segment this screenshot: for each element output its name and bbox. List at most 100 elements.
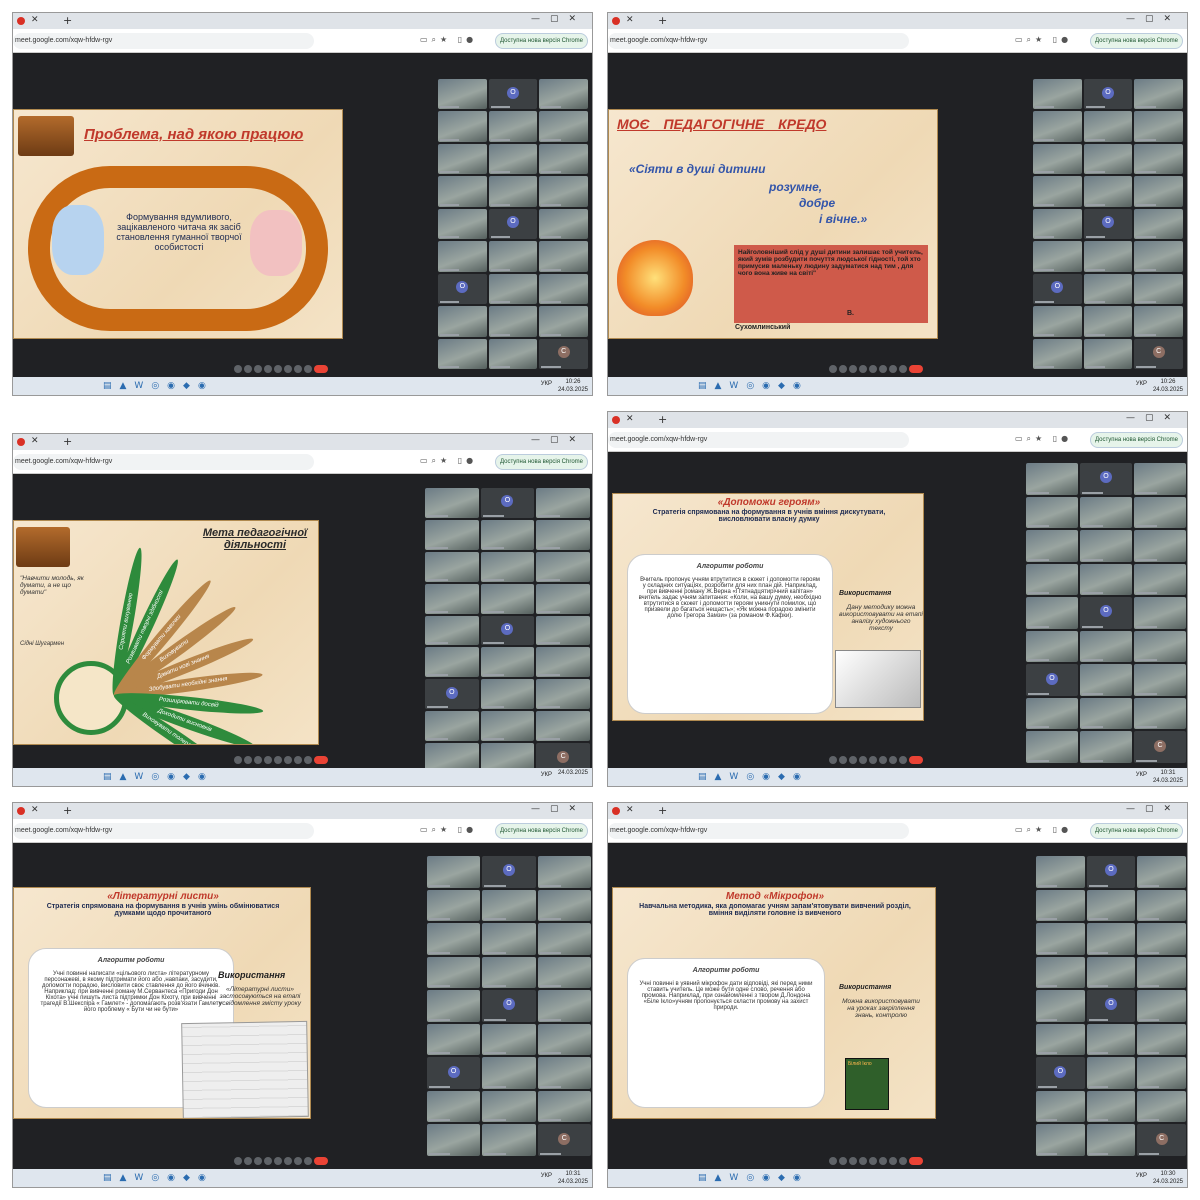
participant-tile[interactable] bbox=[537, 923, 591, 955]
meeting-controls[interactable] bbox=[234, 365, 328, 375]
participant-tile[interactable] bbox=[1026, 697, 1078, 730]
control-button[interactable] bbox=[294, 756, 302, 764]
url-field[interactable]: meet.google.com/xqw-hfdw-rgv bbox=[13, 454, 315, 470]
participant-tile[interactable] bbox=[488, 306, 538, 337]
participant-tile[interactable]: O bbox=[480, 615, 535, 646]
participant-tile[interactable] bbox=[537, 1023, 591, 1056]
participant-tile[interactable] bbox=[425, 488, 479, 518]
participant-tile[interactable]: O bbox=[1086, 856, 1136, 888]
participant-tile[interactable]: O bbox=[1033, 273, 1082, 305]
tab-close-icon[interactable]: ✕ bbox=[626, 15, 634, 25]
meeting-controls[interactable] bbox=[829, 365, 923, 375]
participant-tile[interactable] bbox=[1137, 856, 1186, 888]
participant-tile[interactable] bbox=[1083, 111, 1133, 142]
control-button[interactable] bbox=[234, 756, 242, 764]
control-button[interactable] bbox=[264, 365, 272, 373]
participant-tile[interactable] bbox=[1033, 241, 1082, 272]
url-field[interactable]: meet.google.com/xqw-hfdw-rgv bbox=[13, 33, 315, 49]
control-button[interactable] bbox=[304, 1157, 312, 1165]
participant-tile[interactable] bbox=[425, 551, 479, 582]
control-button[interactable] bbox=[274, 365, 282, 373]
participant-tile[interactable] bbox=[488, 111, 538, 142]
leave-call-button[interactable] bbox=[314, 365, 328, 373]
control-button[interactable] bbox=[869, 365, 877, 373]
participant-tile[interactable] bbox=[438, 338, 487, 369]
participant-tile[interactable] bbox=[539, 306, 588, 337]
participant-tile[interactable]: O bbox=[488, 208, 538, 240]
participant-tile[interactable] bbox=[488, 143, 538, 175]
meeting-controls[interactable] bbox=[829, 1157, 923, 1167]
participant-tile[interactable] bbox=[425, 647, 479, 678]
participant-tile[interactable] bbox=[1080, 664, 1132, 696]
participant-tile[interactable]: O bbox=[1083, 208, 1133, 240]
participant-tile[interactable] bbox=[539, 208, 588, 240]
participant-tile[interactable]: O bbox=[425, 679, 479, 710]
participant-tile[interactable] bbox=[1086, 889, 1136, 922]
participant-tile[interactable] bbox=[536, 519, 590, 550]
toolbar-icons[interactable]: ▭⌕★ ▯● bbox=[420, 35, 477, 45]
participant-tile[interactable] bbox=[539, 273, 588, 305]
participant-tile[interactable] bbox=[1036, 889, 1085, 922]
taskbar-clock[interactable]: 10:31 24.03.2025 bbox=[1153, 769, 1183, 785]
participant-tile[interactable]: C bbox=[1134, 731, 1186, 763]
participant-tile[interactable] bbox=[537, 856, 591, 888]
participant-tile[interactable] bbox=[1033, 79, 1082, 110]
toolbar-icons[interactable]: ▭⌕★ ▯● bbox=[1015, 825, 1072, 835]
window-controls[interactable]: —▢✕ bbox=[531, 435, 586, 445]
participant-tile[interactable] bbox=[480, 647, 535, 678]
control-button[interactable] bbox=[244, 756, 252, 764]
chrome-update-button[interactable]: Доступна нова версія Chrome bbox=[1089, 33, 1183, 49]
tab-close-icon[interactable]: ✕ bbox=[31, 15, 39, 25]
participant-tile[interactable] bbox=[536, 488, 590, 518]
keyboard-language[interactable]: УКР bbox=[541, 772, 552, 778]
participant-tile[interactable] bbox=[1036, 956, 1085, 989]
control-button[interactable] bbox=[839, 756, 847, 764]
control-button[interactable] bbox=[879, 756, 887, 764]
participant-tile[interactable] bbox=[438, 111, 487, 142]
participant-tile[interactable] bbox=[537, 990, 591, 1022]
control-button[interactable] bbox=[244, 1157, 252, 1165]
participant-tile[interactable] bbox=[1080, 630, 1132, 663]
participant-tile[interactable] bbox=[1137, 956, 1186, 989]
chrome-update-button[interactable]: Доступна нова версія Chrome bbox=[494, 823, 588, 839]
new-tab-icon[interactable]: + bbox=[63, 14, 72, 27]
meeting-controls[interactable] bbox=[829, 756, 923, 766]
toolbar-icons[interactable]: ▭⌕★ ▯● bbox=[1015, 35, 1072, 45]
participant-tile[interactable] bbox=[480, 519, 535, 550]
participant-tile[interactable] bbox=[1083, 176, 1133, 207]
participant-tile[interactable] bbox=[1134, 111, 1183, 142]
control-button[interactable] bbox=[879, 1157, 887, 1165]
participant-tile[interactable] bbox=[1086, 1090, 1136, 1123]
url-field[interactable]: meet.google.com/xqw-hfdw-rgv bbox=[608, 432, 910, 448]
participant-tile[interactable] bbox=[537, 1057, 591, 1089]
participant-tile[interactable] bbox=[1137, 1057, 1186, 1089]
control-button[interactable] bbox=[899, 1157, 907, 1165]
taskbar-icons[interactable]: ▤▲W◎◉◆◉ bbox=[103, 381, 214, 391]
participant-tile[interactable]: C bbox=[1137, 1124, 1186, 1156]
participant-tile[interactable] bbox=[1086, 1023, 1136, 1056]
participant-tile[interactable] bbox=[1036, 1023, 1085, 1056]
keyboard-language[interactable]: УКР bbox=[541, 381, 552, 387]
control-button[interactable] bbox=[264, 1157, 272, 1165]
control-button[interactable] bbox=[304, 756, 312, 764]
taskbar-clock[interactable]: 24.03.2025 bbox=[558, 769, 588, 777]
participant-tile[interactable] bbox=[1026, 563, 1078, 596]
participant-tile[interactable] bbox=[1036, 990, 1085, 1022]
participant-tile[interactable] bbox=[438, 241, 487, 272]
participant-tile[interactable] bbox=[425, 519, 479, 550]
leave-call-button[interactable] bbox=[909, 365, 923, 373]
tab-close-icon[interactable]: ✕ bbox=[31, 805, 39, 815]
participant-tile[interactable] bbox=[1086, 1057, 1136, 1089]
window-controls[interactable]: —▢✕ bbox=[531, 804, 586, 814]
participant-tile[interactable] bbox=[480, 583, 535, 614]
control-button[interactable] bbox=[234, 1157, 242, 1165]
control-button[interactable] bbox=[879, 365, 887, 373]
chrome-update-button[interactable]: Доступна нова версія Chrome bbox=[1089, 823, 1183, 839]
participant-tile[interactable] bbox=[482, 956, 536, 989]
participant-tile[interactable] bbox=[482, 1023, 536, 1056]
control-button[interactable] bbox=[244, 365, 252, 373]
participant-tile[interactable] bbox=[480, 711, 535, 742]
participant-tile[interactable] bbox=[1033, 306, 1082, 337]
control-button[interactable] bbox=[284, 365, 292, 373]
participant-tile[interactable] bbox=[1134, 530, 1186, 562]
